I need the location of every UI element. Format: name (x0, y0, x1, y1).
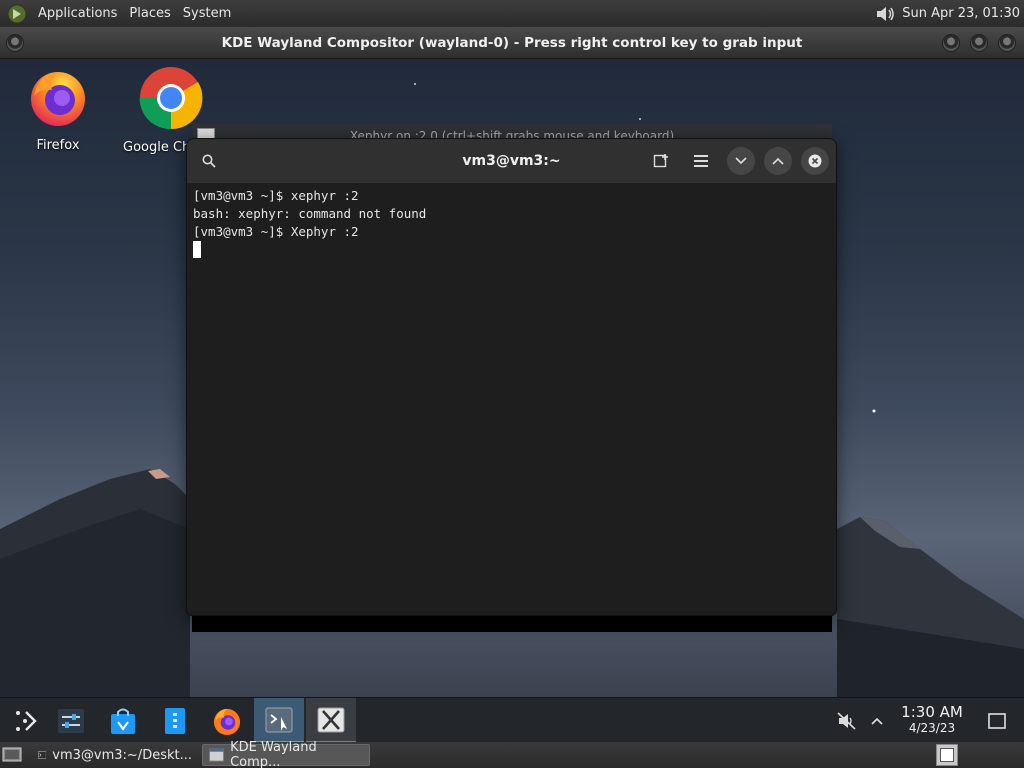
chevron-down-icon (735, 157, 747, 165)
terminal-window[interactable]: vm3@vm3:~ [vm3@vm3 ~]$ xephyr:2 bash: x… (186, 138, 837, 616)
compositor-title: KDE Wayland Compositor (wayland-0) - Pre… (221, 34, 803, 51)
panel-clock[interactable]: Sun Apr 23, 01:30 (902, 6, 1020, 21)
app-launcher-button[interactable] (0, 698, 50, 743)
gnome-foot-icon[interactable] (6, 3, 28, 25)
kde-taskbar: 1:30 AM 4/23/23 (0, 697, 1024, 743)
task-kde-wayland[interactable]: KDE Wayland Comp... (202, 740, 370, 768)
chevron-up-icon (871, 717, 883, 725)
chevron-up-icon (772, 157, 784, 165)
window-icon (209, 748, 225, 762)
taskbar-file-manager[interactable] (150, 698, 200, 743)
terminal-icon (265, 707, 293, 732)
task-label: KDE Wayland Comp... (230, 740, 317, 768)
terminal-output[interactable]: [vm3@vm3 ~]$ xephyr :2 bash: xephyr: com… (187, 183, 836, 615)
taskbar-firefox[interactable] (202, 698, 252, 743)
clock-date: 4/23/23 (908, 721, 956, 735)
window-menu-icon[interactable] (6, 34, 24, 52)
show-desktop-icon (2, 747, 22, 762)
desktop-icon-firefox[interactable]: Firefox (8, 66, 108, 153)
bottom-panel: vm3@vm3:~/Deskt... KDE Wayland Comp... (0, 740, 1024, 768)
system-tray-expand-button[interactable] (852, 698, 902, 743)
close-icon (808, 154, 822, 168)
terminal-cursor (193, 241, 201, 258)
settings-sliders-icon (58, 708, 84, 733)
hamburger-menu-icon (694, 155, 708, 167)
minimize-icon[interactable] (942, 34, 960, 52)
show-desktop-icon (988, 712, 1006, 729)
workspace-thumbnail (940, 748, 954, 762)
menu-button[interactable] (687, 147, 715, 175)
terminal-headerbar[interactable]: vm3@vm3:~ (187, 139, 836, 183)
shopping-bag-icon (111, 708, 135, 734)
show-desktop-button[interactable] (2, 746, 22, 768)
terminal-line: bash: xephyr: command not found (193, 206, 427, 221)
system-menu[interactable]: System (177, 6, 237, 21)
compositor-titlebar[interactable]: KDE Wayland Compositor (wayland-0) - Pre… (0, 27, 1024, 59)
workspace-switcher[interactable] (936, 744, 958, 766)
applications-menu[interactable]: Applications (32, 6, 123, 21)
firefox-icon (213, 708, 241, 735)
task-terminal[interactable]: vm3@vm3:~/Deskt... (32, 744, 198, 766)
taskbar-system-settings[interactable] (46, 698, 96, 743)
maximize-button[interactable] (764, 147, 792, 175)
taskbar-discover[interactable] (98, 698, 148, 743)
desktop-icon-label: Google Ch (123, 140, 189, 155)
search-icon (202, 154, 216, 168)
terminal-icon (38, 751, 47, 759)
firefox-icon (31, 72, 85, 126)
file-manager-icon (165, 707, 185, 734)
clock-time: 1:30 AM (901, 703, 963, 721)
chrome-icon (139, 67, 203, 130)
show-desktop-button[interactable] (972, 698, 1022, 743)
taskbar-xephyr[interactable] (306, 698, 356, 743)
task-label: vm3@vm3:~/Deskt... (52, 747, 192, 763)
x-window-icon (317, 707, 345, 732)
speaker-icon[interactable] (874, 4, 896, 24)
terminal-line: [vm3@vm3 ~]$ Xephyr :2 (193, 224, 359, 239)
top-panel: Applications Places System Sun Apr 23, 0… (0, 0, 1024, 27)
digital-clock[interactable]: 1:30 AM 4/23/23 (897, 704, 967, 736)
taskbar-terminal[interactable] (254, 698, 304, 743)
close-button[interactable] (801, 147, 829, 175)
minimize-button[interactable] (727, 147, 755, 175)
places-menu[interactable]: Places (123, 6, 176, 21)
new-tab-icon (653, 154, 668, 168)
kde-launcher-icon (16, 710, 37, 731)
new-tab-button[interactable] (647, 147, 675, 175)
maximize-icon[interactable] (970, 34, 988, 52)
desktop-icon-label: Firefox (36, 138, 80, 153)
terminal-line: [vm3@vm3 ~]$ xephyr :2 (193, 188, 359, 203)
close-icon[interactable] (998, 34, 1016, 52)
search-button[interactable] (195, 147, 223, 175)
